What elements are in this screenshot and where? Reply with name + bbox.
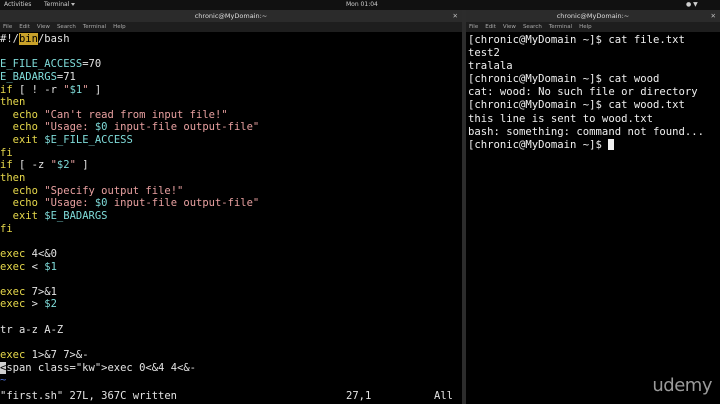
window-menubar: File Edit View Search Terminal Help	[0, 22, 462, 32]
vim-line: if [ -z "$2" ]	[0, 159, 89, 172]
vim-line	[0, 46, 462, 59]
vim-line: then	[0, 96, 26, 109]
vim-editor[interactable]: #!/bin/bash E_FILE_ACCESS=70 E_BADARGS=71 i…	[0, 33, 462, 387]
vim-line: echo "Can't read from input file!"	[12, 108, 228, 121]
menu-search[interactable]: Search	[523, 24, 542, 30]
terminal-line: bash: something: command not found...	[468, 125, 704, 138]
vim-line: fi	[0, 146, 13, 159]
vim-line: fi	[0, 222, 13, 235]
vim-line: echo "Specify output file!"	[12, 184, 184, 197]
window-menubar: File Edit View Search Terminal Help	[466, 22, 720, 32]
vim-line: E_FILE_ACCESS=70	[0, 58, 102, 71]
chevron-down-icon	[71, 3, 76, 6]
status-file-info: "first.sh" 27L, 367C written	[0, 390, 178, 402]
vim-line	[0, 235, 462, 248]
vim-line	[0, 311, 462, 324]
terminal-line: tralala	[468, 60, 513, 73]
menu-help[interactable]: Help	[113, 24, 126, 30]
vim-line: E_BADARGS=71	[0, 70, 76, 83]
vim-status-line: "first.sh" 27L, 367C written 27,1 All	[0, 388, 462, 404]
terminal-line: [chronic@MyDomain ~]$	[466, 139, 720, 152]
vim-line: exit $E_FILE_ACCESS	[12, 134, 133, 147]
terminal-output[interactable]: [chronic@MyDomain ~]$ cat file.txt test2 t…	[466, 34, 720, 152]
close-icon[interactable]: ✕	[453, 10, 458, 22]
top-panel: Activities Terminal Mon 01:04 ● ▼	[0, 0, 720, 10]
vim-line	[0, 273, 462, 286]
menu-search[interactable]: Search	[57, 24, 76, 30]
vim-line: echo "Usage: $0 input-file output-file"	[12, 121, 260, 134]
menu-help[interactable]: Help	[579, 24, 592, 30]
activities-button[interactable]: Activities	[4, 1, 31, 9]
window-titlebar[interactable]: chronic@MyDomain:~ ✕	[0, 10, 462, 22]
vim-line: exec < $1	[0, 260, 57, 273]
vim-empty-line-marker: ~	[0, 374, 7, 387]
vim-line: echo "Usage: $0 input-file output-file"	[12, 197, 260, 210]
system-tray[interactable]: ● ▼	[686, 1, 698, 9]
app-menu[interactable]: Terminal	[44, 1, 76, 9]
vim-line: exec 1>&7 7>&-	[0, 349, 89, 362]
menu-view[interactable]: View	[503, 24, 516, 30]
menu-terminal[interactable]: Terminal	[83, 24, 106, 30]
terminal-line: this line is sent to wood.txt	[468, 112, 653, 125]
close-icon[interactable]: ✕	[711, 10, 716, 22]
vim-line: exit $E_BADARGS	[12, 209, 108, 222]
vim-line: <span class="kw">exec 0<&4 4<&-	[0, 361, 196, 374]
terminal-line: cat: wood: No such file or directory	[468, 86, 698, 99]
terminal-line: [chronic@MyDomain ~]$ cat wood.txt	[468, 99, 685, 112]
vim-line: #!/bin/bash	[0, 33, 70, 45]
terminal-cursor	[608, 139, 615, 151]
window-title: chronic@MyDomain:~	[194, 12, 268, 20]
menu-file[interactable]: File	[3, 24, 12, 30]
menu-edit[interactable]: Edit	[485, 24, 496, 30]
vim-line: then	[0, 172, 26, 185]
window-titlebar[interactable]: chronic@MyDomain:~ ✕	[466, 10, 720, 22]
terminal-app-label: Terminal	[44, 1, 70, 8]
udemy-watermark: udemy	[652, 375, 712, 396]
vim-line: if [ ! -r "$1" ]	[0, 83, 102, 96]
shell-terminal-window[interactable]: chronic@MyDomain:~ ✕ File Edit View Search T…	[466, 10, 720, 404]
clock[interactable]: Mon 01:04	[346, 1, 378, 9]
vim-line	[0, 336, 462, 349]
menu-terminal[interactable]: Terminal	[549, 24, 572, 30]
terminal-line: test2	[468, 47, 500, 60]
menu-edit[interactable]: Edit	[19, 24, 30, 30]
vim-line: exec 7>&1	[0, 285, 57, 298]
menu-view[interactable]: View	[37, 24, 50, 30]
terminal-line: [chronic@MyDomain ~]$ cat file.txt	[468, 34, 685, 46]
vim-line: tr a-z A-Z	[0, 323, 64, 336]
status-cursor-position: 27,1	[346, 390, 372, 402]
vim-line: exec > $2	[0, 298, 57, 311]
vim-line: exec 4<&0	[0, 247, 57, 260]
status-scroll-position: All	[434, 390, 453, 402]
vim-terminal-window[interactable]: chronic@MyDomain:~ ✕ File Edit View Search T…	[0, 10, 462, 404]
terminal-line: [chronic@MyDomain ~]$ cat wood	[468, 73, 660, 86]
menu-file[interactable]: File	[469, 24, 478, 30]
window-title: chronic@MyDomain:~	[556, 12, 630, 20]
